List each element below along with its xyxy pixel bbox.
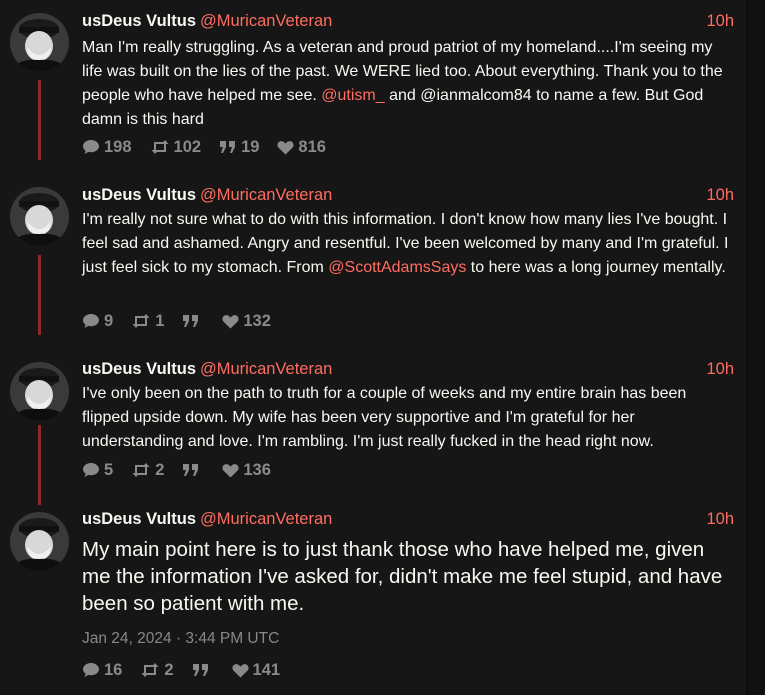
retweet-icon [132, 463, 150, 477]
display-name[interactable]: usDeus Vultus [82, 12, 196, 30]
user-handle[interactable]: @MuricanVeteran [200, 186, 332, 204]
tweet[interactable]: usDeus Vultus @MuricanVeteran 10h Man I'm… [0, 0, 746, 170]
mention-link[interactable]: @utism_ [321, 87, 384, 104]
reply-count[interactable]: 5 [82, 461, 113, 480]
tweet[interactable]: usDeus Vultus @MuricanVeteran 10h I'm rea… [0, 174, 746, 344]
avatar[interactable] [10, 362, 69, 421]
avatar[interactable] [10, 13, 69, 72]
like-count-value: 136 [243, 460, 271, 479]
reply-count-value: 198 [104, 137, 132, 156]
comment-bubble-icon [83, 663, 99, 677]
reply-count[interactable]: 198 [82, 138, 132, 157]
tweet-stats: 5 2 136 [82, 460, 271, 480]
heart-icon [222, 314, 239, 328]
retweet-count-value: 1 [155, 311, 165, 330]
tweet-header: usDeus Vultus @MuricanVeteran 10h [82, 358, 734, 380]
retweet-count-value: 2 [164, 660, 174, 679]
tweet-time[interactable]: 10h [706, 184, 734, 206]
tweet-text: I've only been on the path to truth for … [82, 385, 687, 450]
tweet-stats: 198 102 19 816 [82, 137, 326, 157]
heart-icon [231, 663, 249, 677]
retweet-icon [141, 663, 159, 677]
avatar-image [10, 13, 69, 72]
like-count-value: 132 [243, 311, 271, 330]
tweet-time[interactable]: 10h [706, 10, 734, 32]
quote-count[interactable]: 19 [219, 138, 259, 157]
reply-count-value: 5 [104, 460, 114, 479]
scrollbar-track[interactable] [748, 0, 765, 695]
mention-link[interactable]: @ScottAdamsSays [328, 259, 466, 276]
like-count-value: 816 [298, 137, 326, 156]
quote-count[interactable] [192, 663, 214, 677]
tweet-text: Man I'm really struggling. As a veteran … [82, 36, 736, 132]
like-count[interactable]: 136 [222, 461, 271, 480]
user-handle[interactable]: @MuricanVeteran [200, 510, 332, 528]
retweet-count-value: 102 [173, 137, 202, 156]
comment-bubble-icon [83, 140, 99, 154]
avatar-image [10, 512, 69, 571]
tweet-date[interactable]: Jan 24, 2024 · 3:44 PM UTC [82, 630, 279, 648]
comment-bubble-icon [83, 314, 99, 328]
heart-icon [277, 140, 294, 154]
retweet-count[interactable]: 2 [140, 660, 174, 680]
like-count[interactable]: 141 [231, 660, 281, 680]
quote-count-value: 19 [241, 137, 260, 156]
quote-icon [183, 464, 199, 476]
tweet[interactable]: usDeus Vultus @MuricanVeteran 10h I've on… [0, 349, 746, 499]
quote-icon [192, 664, 208, 676]
tweet-main[interactable]: usDeus Vultus @MuricanVeteran 10h My main… [0, 499, 746, 695]
tweet-stats: 16 2 141 [82, 660, 280, 680]
reply-count-value: 9 [104, 311, 114, 330]
like-count[interactable]: 816 [277, 138, 326, 157]
reply-count[interactable]: 9 [82, 312, 113, 331]
retweet-count[interactable]: 102 [150, 137, 202, 157]
retweet-count-value: 2 [155, 460, 165, 479]
retweet-icon [151, 140, 169, 154]
heart-icon [222, 463, 239, 477]
tweet-header: usDeus Vultus @MuricanVeteran 10h [82, 10, 734, 32]
retweet-count[interactable]: 2 [131, 461, 164, 480]
reply-count[interactable]: 16 [82, 661, 122, 680]
tweet-text: I'm really not sure what to do with this… [82, 208, 736, 280]
display-name[interactable]: usDeus Vultus [82, 360, 196, 378]
tweet-header: usDeus Vultus @MuricanVeteran 10h [82, 508, 734, 530]
tweet-header: usDeus Vultus @MuricanVeteran 10h [82, 184, 734, 206]
avatar[interactable] [10, 512, 69, 571]
avatar-image [10, 187, 69, 246]
display-name[interactable]: usDeus Vultus [82, 186, 196, 204]
avatar-image [10, 362, 69, 421]
quote-icon [220, 141, 236, 153]
user-handle[interactable]: @MuricanVeteran [200, 360, 332, 378]
display-name[interactable]: usDeus Vultus [82, 510, 196, 528]
comment-bubble-icon [83, 463, 99, 477]
avatar[interactable] [10, 187, 69, 246]
tweet-time[interactable]: 10h [706, 508, 734, 530]
tweet-text-segment: to here was a long journey mentally. [466, 259, 726, 276]
quote-count[interactable] [182, 463, 204, 477]
like-count-value: 141 [252, 660, 281, 679]
tweet-text: My main point here is to just thank thos… [82, 538, 723, 615]
tweet-thread: usDeus Vultus @MuricanVeteran 10h Man I'm… [0, 0, 765, 695]
tweet-time[interactable]: 10h [706, 358, 734, 380]
user-handle[interactable]: @MuricanVeteran [200, 12, 332, 30]
quote-icon [183, 315, 199, 327]
like-count[interactable]: 132 [222, 312, 271, 331]
quote-count[interactable] [182, 314, 204, 328]
retweet-icon [132, 314, 150, 328]
reply-count-value: 16 [104, 660, 123, 679]
tweet-stats: 9 1 132 [82, 311, 271, 331]
retweet-count[interactable]: 1 [131, 312, 164, 331]
